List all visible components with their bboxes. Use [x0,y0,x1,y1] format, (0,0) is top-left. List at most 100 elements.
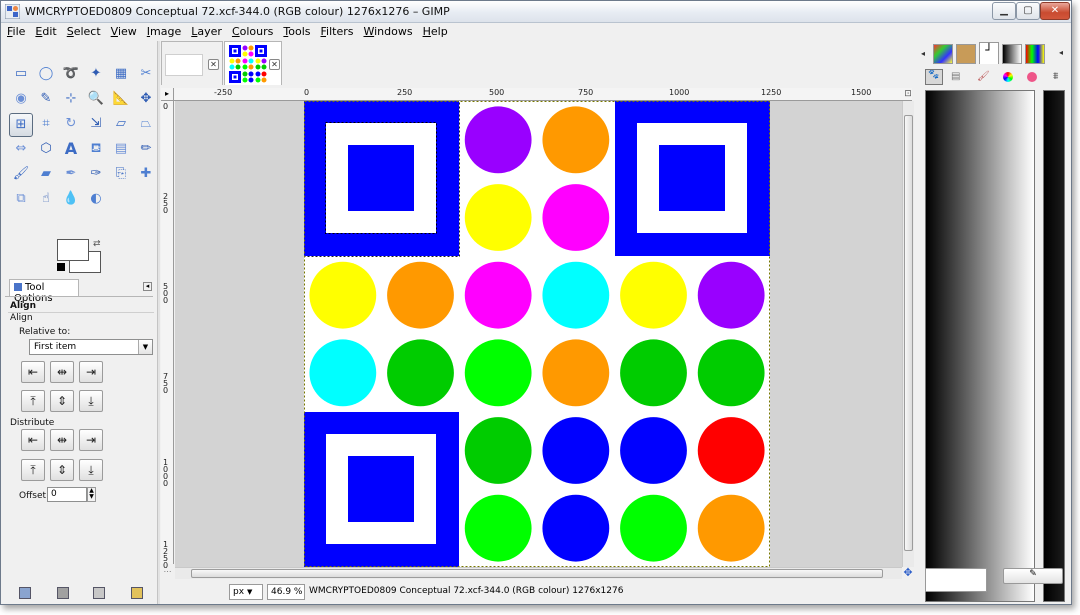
relative-to-dropdown[interactable]: First item ▼ [29,339,153,355]
gradient-edit-button[interactable]: ✎ [1003,568,1063,584]
distribute-right-button[interactable]: ⇥ [79,429,103,451]
colour-picker-icon[interactable]: ⊹ [59,88,83,112]
gradients-tab-icon[interactable] [1002,44,1022,64]
menu-colours[interactable]: Colours [226,24,277,38]
restore-tool-options-icon[interactable] [57,587,69,599]
navigate-icon[interactable]: ⊡ [902,88,914,101]
comb-icon[interactable]: ⩩ [1053,71,1058,82]
lasso-icon[interactable]: ➰ [59,63,83,87]
move-icon[interactable]: ✥ [134,88,158,112]
fuzzy-select-icon[interactable]: ✦ [84,63,108,87]
device-status-icon[interactable]: ▤ [951,71,960,82]
gradient-editor-swatch[interactable] [925,568,987,592]
canvas-viewport[interactable] [175,101,902,567]
offset-spinbutton[interactable]: 0 ▲ ▼ [47,487,96,502]
image-tab-active[interactable]: ✕ [224,41,282,85]
eraser-icon[interactable]: ▰ [34,163,58,187]
flip-icon[interactable]: ⇔ [9,138,33,162]
image-tab-empty[interactable]: ✕ [161,41,223,85]
menu-edit[interactable]: Edit [29,24,60,38]
menu-select[interactable]: Select [61,24,105,38]
foreground-colour-swatch[interactable] [57,239,89,261]
unit-selector[interactable]: px ▼ [229,584,263,600]
distribute-top-button[interactable]: ⤒ [21,459,45,481]
ellipse-select-icon[interactable]: ◯ [34,63,58,87]
delete-tool-options-icon[interactable] [93,587,105,599]
brushes-tab-icon[interactable] [933,44,953,64]
vertical-scroll-thumb[interactable] [904,115,913,551]
vertical-scrollbar[interactable] [902,101,914,567]
fg-bg-colour-selector[interactable]: ⇄ [55,239,105,275]
ruler-corner[interactable]: ▸ [161,88,174,101]
paintbrush-icon[interactable]: 🖌 [9,163,33,187]
reset-tool-options-icon[interactable] [131,587,143,599]
image-canvas[interactable] [304,101,770,567]
rect-select-icon[interactable]: ▭ [9,63,33,87]
minimize-button[interactable]: ▁ [992,2,1016,20]
airbrush-icon[interactable]: ✒ [59,163,83,187]
fonts-tab-icon[interactable]: ┘ [979,42,999,64]
gimp-logo-icon[interactable]: 🐾 [925,69,943,85]
dock-separator[interactable] [157,41,160,604]
horizontal-scroll-thumb[interactable] [191,569,883,578]
pencil-icon[interactable]: ✏ [134,138,158,162]
distribute-bottom-button[interactable]: ⤓ [79,459,103,481]
foreground-select-icon[interactable]: ◉ [9,88,33,112]
align-top-edge-button[interactable]: ⤒ [21,390,45,412]
align-middle-vertical-button[interactable]: ⇕ [50,390,74,412]
brush-icon[interactable]: 🖌 [977,71,990,82]
dock-menu-icon[interactable]: ◂ [1059,48,1063,57]
select-by-colour-icon[interactable]: ▦ [109,63,133,87]
default-colours-icon[interactable] [57,263,65,271]
heal-icon[interactable]: ✚ [134,163,158,187]
close-tab-icon[interactable]: ✕ [208,59,219,70]
colour-wheel-icon[interactable] [1003,72,1013,82]
shear-icon[interactable]: ▱ [109,113,133,137]
distribute-left-button[interactable]: ⇤ [21,429,45,451]
title-bar[interactable]: WMCRYPTOED0809 Conceptual 72.xcf-344.0 (… [1,1,1071,23]
clone-icon[interactable]: ⎘ [109,163,133,187]
dodge-burn-icon[interactable]: ◐ [84,188,108,212]
quick-mask-toggle[interactable]: ⋯ [161,567,174,579]
patterns-tab-icon[interactable] [956,44,976,64]
menu-tools[interactable]: Tools [277,24,314,38]
align-bottom-edge-button[interactable]: ⤓ [79,390,103,412]
blend-icon[interactable]: ▤ [109,138,133,162]
menu-filters[interactable]: Filters [315,24,358,38]
perspective-icon[interactable]: ⏢ [134,113,158,137]
rotate-icon[interactable]: ↻ [59,113,83,137]
menu-help[interactable]: Help [417,24,452,38]
close-window-button[interactable]: ✕ [1040,2,1070,20]
blur-icon[interactable]: 💧 [59,188,83,212]
menu-view[interactable]: View [105,24,141,38]
perspective-clone-icon[interactable]: ⧉ [9,188,33,212]
smudge-icon[interactable]: ☝ [34,188,58,212]
vertical-ruler[interactable]: 0 2 5 0 5 0 0 7 5 0 1 0 0 0 1 2 5 0 [161,101,174,570]
palette-icon[interactable] [1027,72,1037,82]
gradient-preview[interactable] [925,90,1035,602]
navigation-cross-icon[interactable]: ✥ [902,567,914,579]
menu-layer[interactable]: Layer [185,24,226,38]
close-tab-icon[interactable]: ✕ [269,59,280,70]
panel-menu-icon[interactable]: ◂ [143,282,152,291]
menu-image[interactable]: Image [141,24,185,38]
swap-colours-icon[interactable]: ⇄ [93,239,101,249]
align-left-edge-button[interactable]: ⇤ [21,361,45,383]
align-center-horizontal-button[interactable]: ⇹ [50,361,74,383]
gradient-preview-secondary[interactable] [1043,90,1065,602]
dock-collapse-icon[interactable]: ◂ [921,49,925,58]
horizontal-scrollbar[interactable] [175,567,902,579]
distribute-center-horizontal-button[interactable]: ⇹ [50,429,74,451]
crop-icon[interactable]: ⌗ [34,113,58,137]
scale-icon[interactable]: ⇲ [84,113,108,137]
paths-icon[interactable]: ✎ [34,88,58,112]
palettes-tab-icon[interactable] [1025,44,1045,64]
save-tool-options-icon[interactable] [19,587,31,599]
align-icon[interactable]: ⊞ [9,113,33,137]
zoom-selector[interactable]: 46.9 % [267,584,305,600]
measure-icon[interactable]: 📐 [109,88,133,112]
menu-file[interactable]: File [1,24,29,38]
maximize-button[interactable]: ▢ [1016,2,1040,20]
scissors-icon[interactable]: ✂ [134,63,158,87]
distribute-middle-vertical-button[interactable]: ⇕ [50,459,74,481]
